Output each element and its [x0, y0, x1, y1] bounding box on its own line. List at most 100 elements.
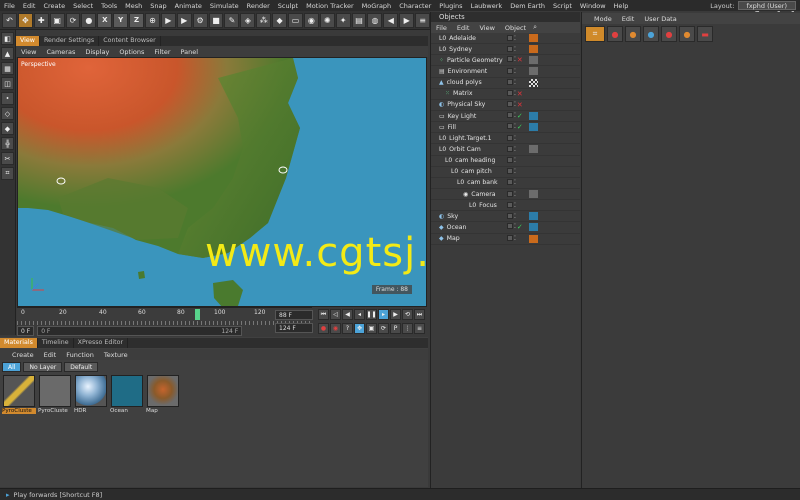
enable-axis-icon[interactable]: ╬	[1, 137, 14, 150]
render-view-icon[interactable]: ▶	[160, 12, 176, 28]
visibility-dots-icon[interactable]: ⁚	[514, 191, 516, 198]
menu-tools[interactable]: Tools	[97, 2, 121, 10]
pause-icon[interactable]: ❚❚	[366, 309, 377, 320]
node-red-icon[interactable]: ●	[607, 26, 623, 42]
filter-default[interactable]: Default	[64, 362, 99, 372]
node-orange2-icon[interactable]: ●	[679, 26, 695, 42]
parameter-key-icon[interactable]: P	[390, 322, 401, 334]
object-row[interactable]: ▤ Environment ⁚	[431, 66, 580, 78]
scale-key-icon[interactable]: ▣	[366, 322, 377, 334]
texture-mode-icon[interactable]: ▦	[1, 62, 14, 75]
light-icon[interactable]: ✺	[319, 12, 335, 28]
timeline-playhead[interactable]	[195, 309, 200, 320]
object-row[interactable]: L0 Focus ⁚	[431, 200, 580, 212]
map-material-tag-icon[interactable]	[529, 234, 538, 243]
menu-more-icon[interactable]: ≡	[415, 12, 431, 28]
menu-simulate[interactable]: Simulate	[206, 2, 243, 10]
menu-snap[interactable]: Snap	[146, 2, 170, 10]
loop-icon[interactable]: ⟲	[402, 309, 413, 320]
autokey-icon[interactable]: ◉	[330, 322, 341, 334]
material-menu-edit[interactable]: Edit	[39, 351, 62, 359]
timeline-menu-icon[interactable]: ≡	[414, 322, 425, 334]
visibility-flags[interactable]: ⁚	[507, 145, 516, 153]
material-tag-icon[interactable]	[529, 56, 538, 65]
record-keys-icon[interactable]: ●	[318, 322, 329, 334]
menu-window[interactable]: Window	[576, 2, 610, 10]
visibility-flags[interactable]: ⁚ ✓	[507, 112, 523, 120]
end-frame-field[interactable]: 124 F	[275, 323, 313, 333]
menu-dem-earth[interactable]: Dem Earth	[506, 2, 549, 10]
spline-pen-icon[interactable]: ✎	[224, 12, 240, 28]
viewport-menu-cameras[interactable]: Cameras	[41, 48, 80, 56]
fx-icon[interactable]: ✦	[335, 12, 351, 28]
object-menu-object[interactable]: Object	[500, 24, 531, 32]
object-row[interactable]: L0 Sydney ⁚	[431, 44, 580, 56]
move-icon[interactable]: ✚	[33, 12, 49, 28]
visibility-flags[interactable]: ⁚ ✓	[507, 123, 523, 131]
attribute-menu-mode[interactable]: Mode	[582, 15, 617, 23]
enabled-check-icon[interactable]: ✓	[517, 112, 523, 120]
visibility-flags[interactable]: ⁚	[507, 79, 516, 86]
object-row[interactable]: L0 cam bank ⁚	[431, 178, 580, 189]
attribute-menu-user-data[interactable]: User Data	[639, 15, 681, 23]
material-tag-icon[interactable]	[529, 67, 538, 76]
position-key-icon[interactable]: ✥	[354, 322, 365, 334]
nav-right-icon[interactable]: ▶	[399, 12, 415, 28]
material-menu-texture[interactable]: Texture	[99, 351, 133, 359]
coordinate-system-icon[interactable]: ⊕	[145, 12, 160, 28]
live-selection-icon[interactable]: ✥	[17, 12, 33, 28]
sky-material-tag-icon[interactable]	[529, 212, 538, 221]
visibility-dots-icon[interactable]: ⁚	[514, 79, 516, 86]
visibility-flags[interactable]: ⁚	[507, 157, 516, 164]
recent-tools-icon[interactable]: ●	[81, 12, 97, 28]
visibility-dots-icon[interactable]: ⁚	[514, 146, 516, 153]
y-axis-lock-button[interactable]: Y	[113, 12, 129, 28]
search-icon[interactable]: ⌕	[533, 23, 537, 32]
object-row[interactable]: L0 Light.Target.1 ⁚	[431, 133, 580, 145]
object-menu-view[interactable]: View	[474, 24, 499, 32]
object-menu-edit[interactable]: Edit	[452, 24, 475, 32]
object-row[interactable]: L0 cam heading ⁚	[431, 156, 580, 167]
node-blue-icon[interactable]: ●	[643, 26, 659, 42]
floor-icon[interactable]: ▭	[288, 12, 303, 28]
visibility-dots-icon[interactable]: ⁚	[514, 112, 516, 120]
go-to-end-icon[interactable]: ⏭	[414, 309, 425, 320]
workplane-mode-icon[interactable]: ◫	[1, 77, 14, 90]
visibility-dots-icon[interactable]: ⁚	[514, 90, 516, 98]
edges-mode-icon[interactable]: ◇	[1, 107, 14, 120]
menu-mograph[interactable]: MoGraph	[358, 2, 396, 10]
visibility-flags[interactable]: ⁚	[507, 67, 516, 75]
visibility-dots-icon[interactable]: ⁚	[514, 56, 516, 64]
menu-laubwerk[interactable]: Laubwerk	[467, 2, 507, 10]
tab-content-browser[interactable]: Content Browser	[99, 36, 161, 46]
viewport-menu-options[interactable]: Options	[114, 48, 149, 56]
material-item[interactable]: PyroCluste	[38, 375, 72, 417]
xpresso-tag-icon[interactable]	[529, 190, 538, 199]
visibility-dots-icon[interactable]: ⁚	[514, 101, 516, 109]
material-item[interactable]: Ocean	[110, 375, 144, 417]
visibility-dots-icon[interactable]: ⁚	[514, 202, 516, 209]
visibility-flags[interactable]: ⁚ ✕	[507, 56, 523, 64]
attribute-menu-edit[interactable]: Edit	[617, 15, 640, 23]
menu-create[interactable]: Create	[39, 2, 69, 10]
next-frame-icon[interactable]: ▶	[390, 309, 401, 320]
visibility-dots-icon[interactable]: ⁚	[514, 135, 516, 142]
material-item[interactable]: HDR	[74, 375, 108, 417]
x-axis-lock-button[interactable]: X	[97, 12, 113, 28]
object-row[interactable]: ◉ Camera ⁚	[431, 189, 580, 201]
menu-select[interactable]: Select	[69, 2, 97, 10]
points-mode-icon[interactable]: ⬩	[1, 92, 14, 105]
object-row[interactable]: L0 Adelaide ⁚	[431, 33, 580, 45]
target-tag-icon[interactable]	[529, 123, 538, 132]
nav-left-icon[interactable]: ◀	[383, 12, 399, 28]
visibility-dots-icon[interactable]: ⁚	[514, 235, 516, 242]
visibility-flags[interactable]: ⁚	[507, 168, 516, 175]
deformer-icon[interactable]: ◆	[272, 12, 288, 28]
undo-icon[interactable]: ↶	[2, 12, 17, 28]
tab-materials[interactable]: Materials	[0, 338, 38, 348]
current-frame-field[interactable]: 88 F	[275, 310, 313, 320]
menu-animate[interactable]: Animate	[171, 2, 206, 10]
prev-key-icon[interactable]: ◁	[330, 309, 341, 320]
polygons-mode-icon[interactable]: ◆	[1, 122, 14, 135]
visibility-flags[interactable]: ⁚	[507, 179, 516, 186]
